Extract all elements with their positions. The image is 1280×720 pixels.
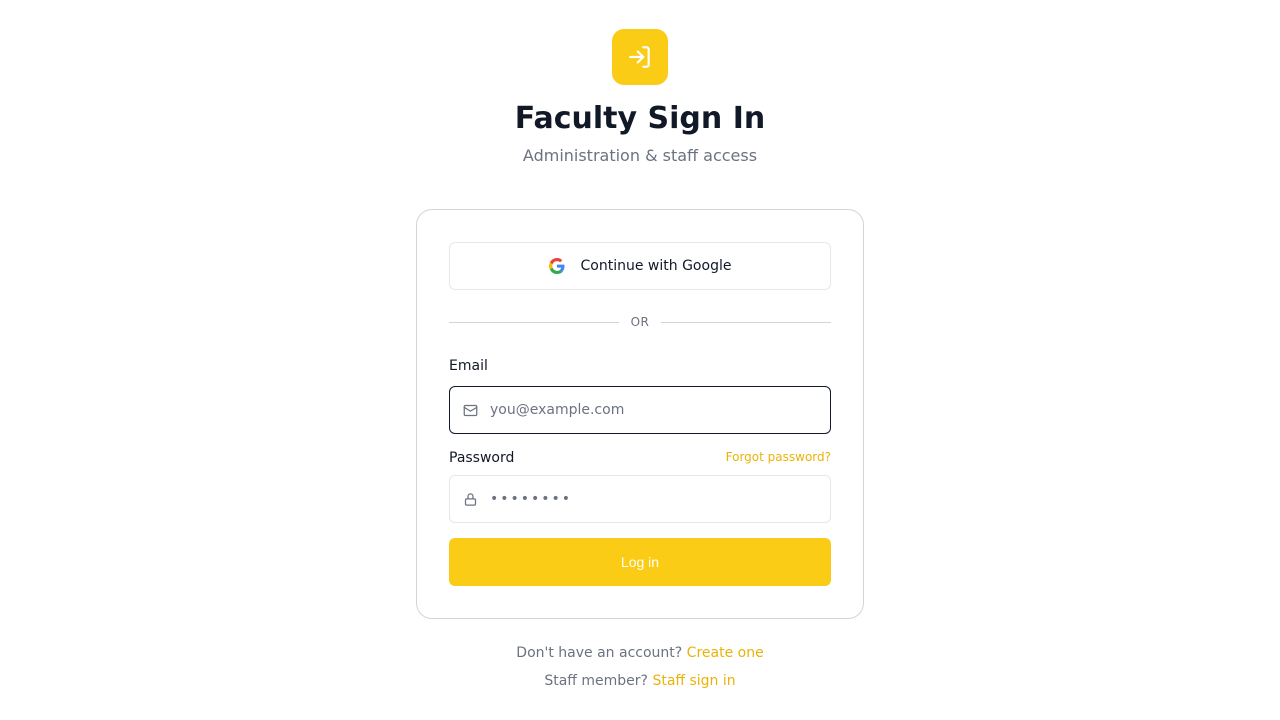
google-signin-button[interactable]: Continue with Google (449, 242, 831, 290)
login-card: Continue with Google OR Email Password F… (416, 209, 864, 619)
email-field[interactable] (449, 386, 831, 434)
page-subtitle: Administration & staff access (522, 146, 758, 165)
logo-badge (612, 29, 668, 85)
divider-line-left (449, 321, 619, 323)
staff-prompt-text: Staff member? (544, 673, 648, 689)
lock-icon (462, 491, 478, 507)
or-divider: OR (449, 314, 832, 330)
staff-signin-link[interactable]: Staff sign in (652, 673, 735, 689)
google-button-label: Continue with Google (580, 258, 732, 274)
google-icon (548, 258, 565, 274)
login-button[interactable]: Log in (449, 538, 831, 586)
password-label: Password (449, 450, 515, 466)
password-field[interactable] (449, 475, 831, 523)
login-page: Faculty Sign In Administration & staff a… (0, 0, 1280, 720)
mail-icon (462, 402, 478, 418)
signup-prompt-line: Don't have an account? Create one (0, 644, 1280, 662)
divider-line-right (661, 321, 832, 323)
page-title: Faculty Sign In (514, 101, 766, 136)
staff-prompt-line: Staff member? Staff sign in (0, 672, 1280, 690)
signup-prompt-text: Don't have an account? (516, 645, 683, 661)
email-input[interactable] (490, 390, 820, 430)
divider-text: OR (630, 315, 650, 329)
create-account-link[interactable]: Create one (687, 645, 764, 661)
sign-in-arrow-icon (629, 46, 650, 68)
forgot-password-link[interactable]: Forgot password? (726, 450, 831, 464)
password-input[interactable] (490, 479, 820, 519)
email-label: Email (449, 358, 488, 374)
